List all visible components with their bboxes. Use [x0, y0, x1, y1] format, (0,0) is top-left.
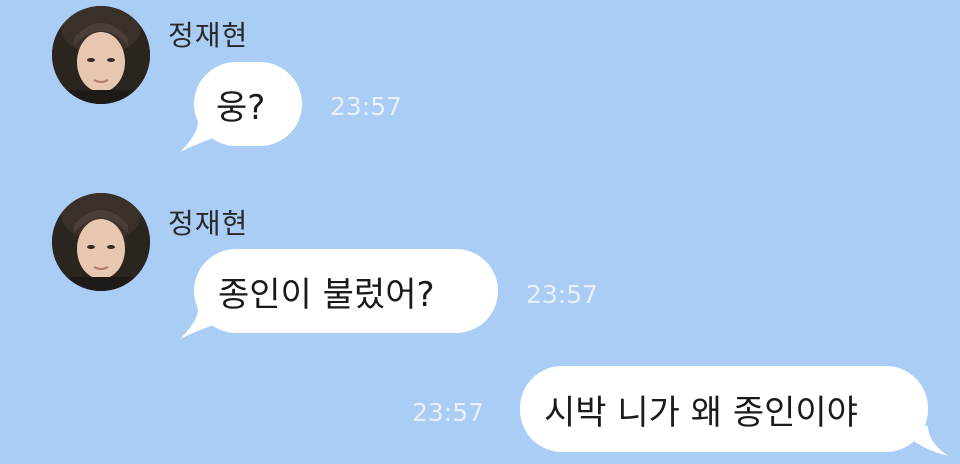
message-time: 23:57 — [330, 92, 403, 121]
bubble-tail — [912, 426, 948, 456]
message-bubble-incoming[interactable]: 종인이 불렀어? — [194, 249, 498, 333]
message-time: 23:57 — [412, 398, 485, 427]
avatar-photo — [52, 193, 150, 291]
avatar-photo — [52, 6, 150, 104]
message-time: 23:57 — [526, 280, 599, 309]
message-text: 시박 니가 왜 종인이야 — [544, 392, 858, 433]
message-text: 웅? — [216, 87, 266, 128]
sender-name: 정재현 — [168, 19, 249, 52]
sender-name: 정재현 — [168, 207, 249, 240]
sender-avatar[interactable] — [52, 193, 150, 291]
chat-area: 정재현 웅? 23:57 정재현 종인이 불렀어? 23:57 23:57 시박… — [0, 0, 960, 464]
message-bubble-outgoing[interactable]: 시박 니가 왜 종인이야 — [520, 366, 928, 452]
bubble-tail — [180, 122, 220, 152]
message-text: 종인이 불렀어? — [218, 274, 435, 315]
sender-avatar[interactable] — [52, 6, 150, 104]
bubble-tail — [180, 309, 220, 339]
